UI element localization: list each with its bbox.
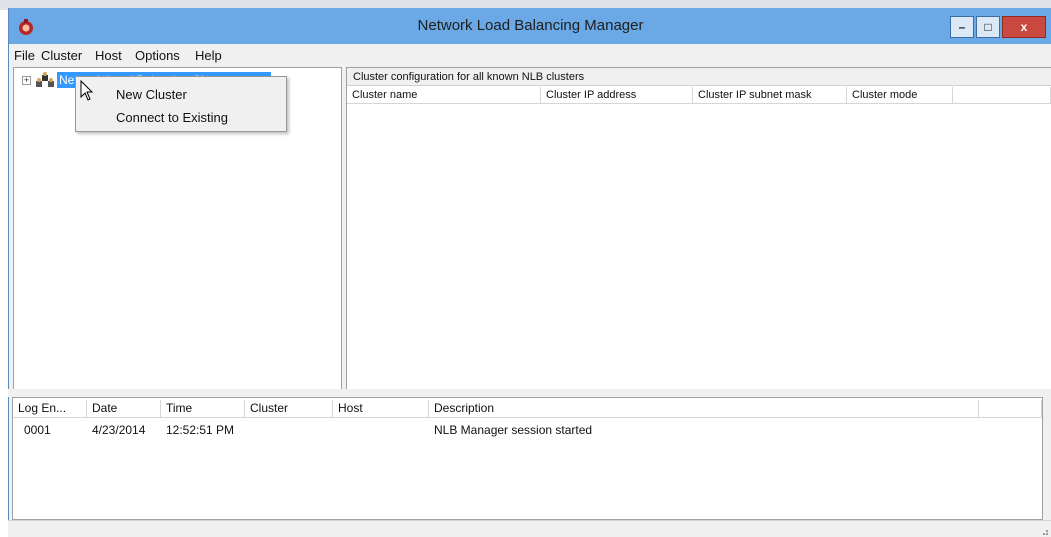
- log-cell-time: 12:52:51 PM: [166, 423, 235, 437]
- log-header-cluster[interactable]: Cluster: [245, 400, 333, 418]
- menu-bar: File Cluster Host Options Help: [9, 44, 1051, 66]
- window-title: Network Load Balancing Manager: [417, 17, 644, 34]
- log-header-date[interactable]: Date: [87, 400, 161, 418]
- mouse-pointer-icon: [80, 80, 94, 101]
- cluster-config-caption: Cluster configuration for all known NLB …: [347, 68, 1051, 86]
- column-header-cluster-ip[interactable]: Cluster IP address: [541, 87, 693, 104]
- context-menu-new-cluster[interactable]: New Cluster: [116, 87, 187, 102]
- close-button[interactable]: x: [1002, 16, 1046, 38]
- cluster-config-pane: Cluster configuration for all known NLB …: [346, 67, 1051, 397]
- log-header-blank: [979, 400, 1042, 418]
- log-pane: Log En... Date Time Cluster Host Descrip…: [12, 397, 1043, 520]
- cluster-nodes-icon: [36, 72, 54, 87]
- menu-options[interactable]: Options: [135, 48, 180, 63]
- column-header-cluster-name[interactable]: Cluster name: [347, 87, 541, 104]
- menu-cluster[interactable]: Cluster: [41, 48, 82, 63]
- pane-splitter[interactable]: [8, 389, 1051, 397]
- title-bar[interactable]: Network Load Balancing Manager – □ x: [9, 8, 1051, 44]
- column-header-blank: [953, 87, 1051, 104]
- maximize-button[interactable]: □: [976, 16, 1000, 38]
- log-cell-date: 4/23/2014: [92, 423, 146, 437]
- log-header-entry[interactable]: Log En...: [13, 400, 87, 418]
- status-bar: [8, 520, 1051, 537]
- column-header-cluster-mode[interactable]: Cluster mode: [847, 87, 953, 104]
- column-header-subnet-mask[interactable]: Cluster IP subnet mask: [693, 87, 847, 104]
- menu-help[interactable]: Help: [195, 48, 222, 63]
- log-header-host[interactable]: Host: [333, 400, 429, 418]
- resize-grip-icon[interactable]: [1039, 526, 1049, 536]
- menu-file[interactable]: File: [14, 48, 35, 63]
- log-cell-entry: 0001: [24, 423, 51, 437]
- context-menu-connect-existing[interactable]: Connect to Existing: [116, 110, 228, 125]
- menu-host[interactable]: Host: [95, 48, 122, 63]
- log-header-time[interactable]: Time: [161, 400, 245, 418]
- tree-expander[interactable]: +: [22, 76, 31, 85]
- log-header-description[interactable]: Description: [429, 400, 979, 418]
- log-cell-description: NLB Manager session started: [434, 423, 593, 437]
- minimize-button[interactable]: –: [950, 16, 974, 38]
- tree-context-menu: New Cluster Connect to Existing: [75, 76, 287, 132]
